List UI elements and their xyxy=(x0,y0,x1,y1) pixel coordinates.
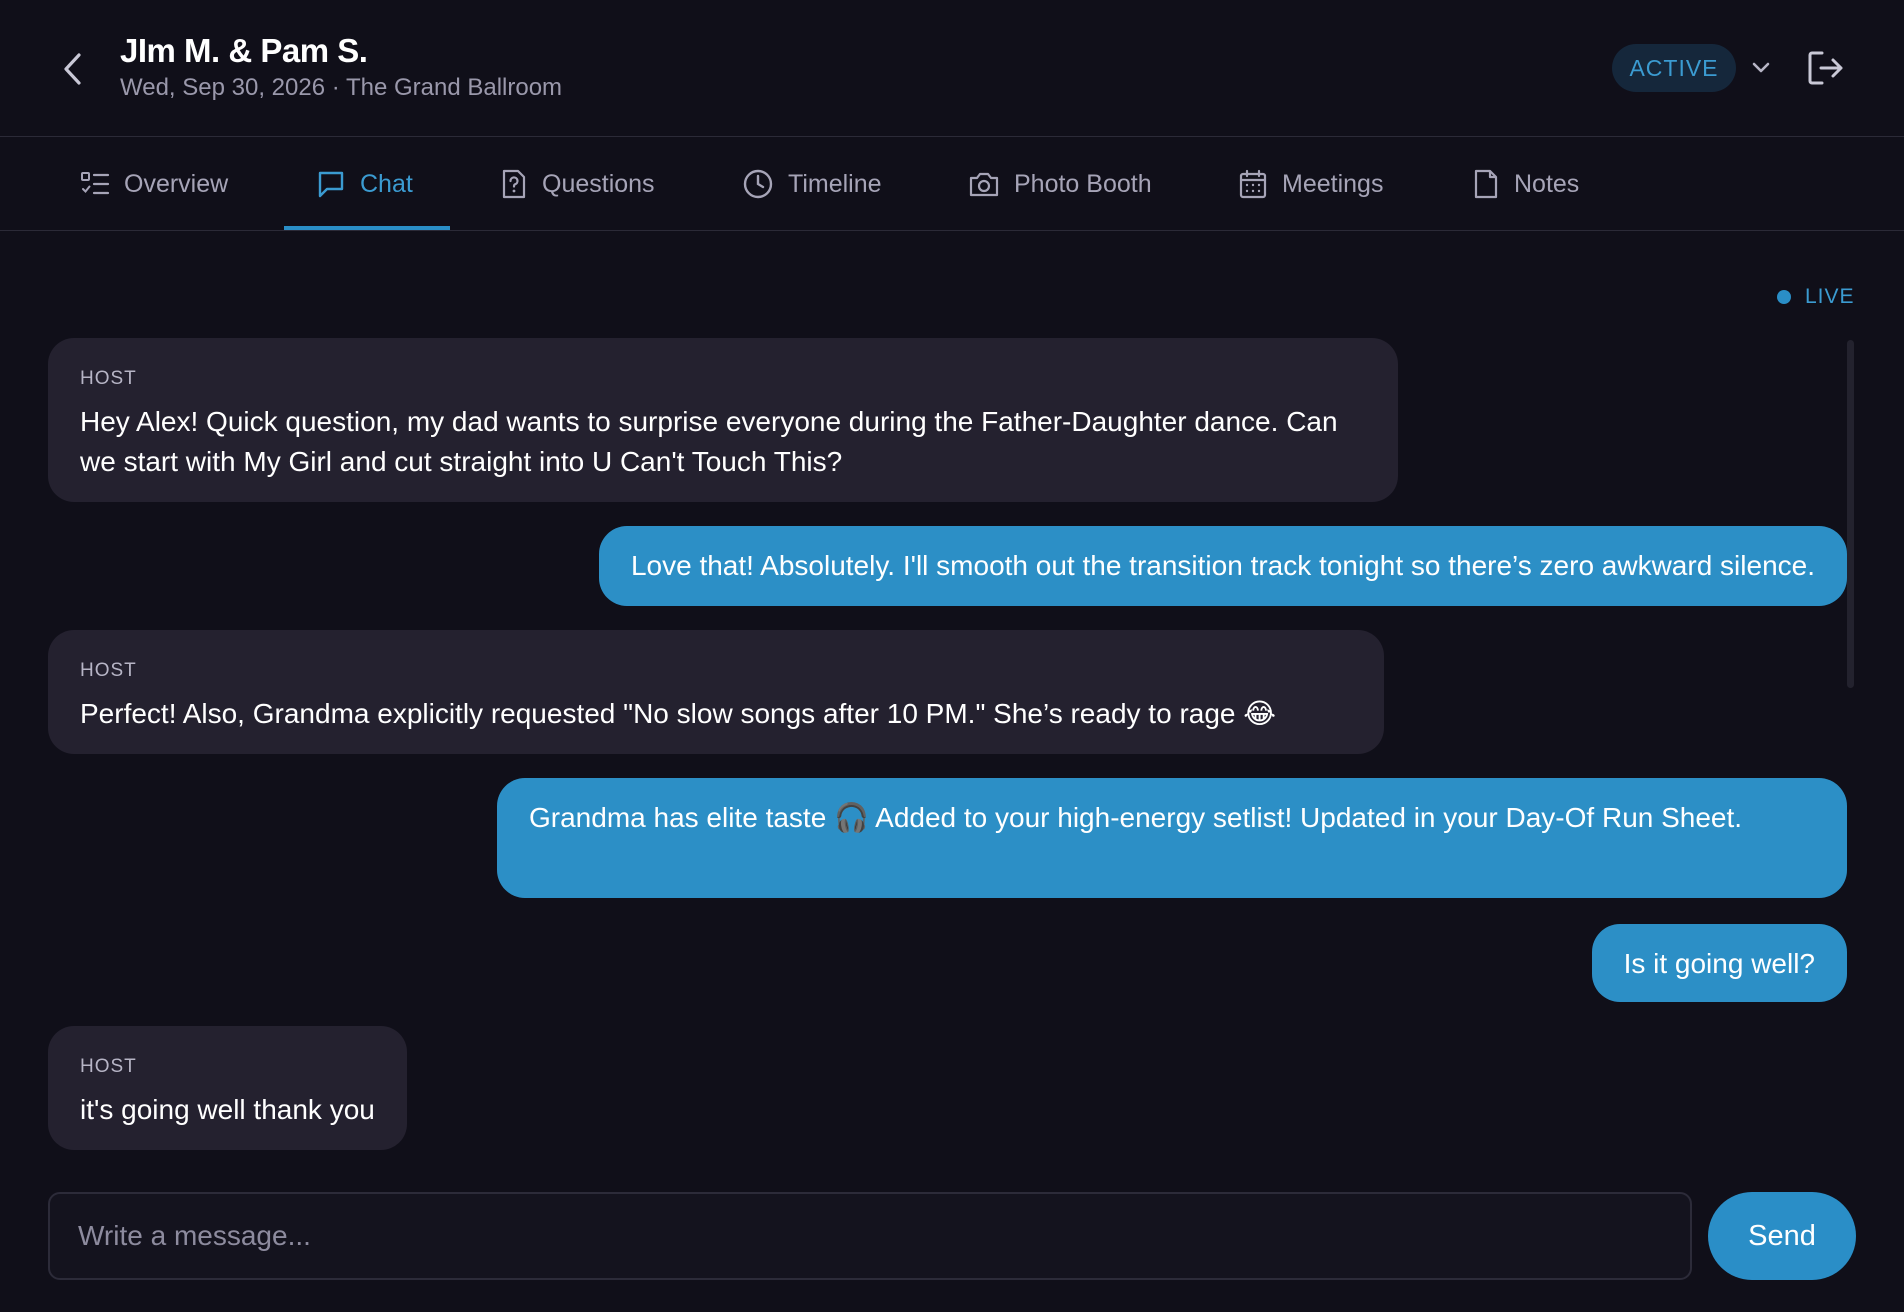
question-file-icon xyxy=(502,169,526,199)
active-tab-indicator xyxy=(284,226,450,230)
status-dropdown-button[interactable] xyxy=(1746,52,1776,84)
chevron-left-icon xyxy=(64,53,81,85)
tab-notes-label: Notes xyxy=(1514,169,1580,198)
tab-meetings-label: Meetings xyxy=(1282,169,1384,198)
status-badge[interactable]: ACTIVE xyxy=(1612,44,1736,92)
tab-questions-label: Questions xyxy=(542,169,655,198)
event-header: JIm M. & Pam S. Wed, Sep 30, 2026 · The … xyxy=(0,0,1904,137)
message-sender: HOST xyxy=(80,1056,137,1077)
list-icon xyxy=(81,172,110,195)
tab-photo-booth[interactable]: Photo Booth xyxy=(968,138,1152,230)
message-text: Is it going well? xyxy=(1623,948,1815,979)
message-me: Is it going well? xyxy=(1591,924,1847,1002)
calendar-icon xyxy=(1239,169,1267,199)
tab-bar: Overview Chat Questions Timeline Photo B… xyxy=(0,138,1904,231)
message-text: Hey Alex! Quick question, my dad wants t… xyxy=(80,406,1338,477)
back-button[interactable] xyxy=(56,46,90,92)
chat-icon xyxy=(318,171,344,198)
message-host: HOST Perfect! Also, Grandma explicitly r… xyxy=(48,630,1384,754)
camera-icon xyxy=(969,172,999,197)
live-dot-icon xyxy=(1777,290,1791,304)
message-text: it's going well thank you xyxy=(80,1094,375,1125)
message-input[interactable] xyxy=(48,1192,1692,1280)
message-text: Love that! Absolutely. I'll smooth out t… xyxy=(630,550,1815,581)
message-host: HOST Hey Alex! Quick question, my dad wa… xyxy=(48,338,1398,502)
message-host: HOST it's going well thank you xyxy=(48,1026,407,1150)
tab-questions[interactable]: Questions xyxy=(500,138,655,230)
tab-chat[interactable]: Chat xyxy=(316,138,413,230)
tab-overview[interactable]: Overview xyxy=(80,138,228,230)
message-sender: HOST xyxy=(80,368,137,389)
event-title: JIm M. & Pam S. xyxy=(120,32,368,69)
message-sender: HOST xyxy=(80,660,137,681)
tab-notes[interactable]: Notes xyxy=(1472,138,1579,230)
chat-scrollbar[interactable] xyxy=(1847,340,1854,688)
clock-icon xyxy=(743,169,773,199)
live-indicator: LIVE xyxy=(1777,283,1855,311)
message-text: Perfect! Also, Grandma explicitly reques… xyxy=(80,698,1276,729)
tab-overview-label: Overview xyxy=(124,169,229,198)
tab-chat-label: Chat xyxy=(360,169,413,198)
chevron-down-icon xyxy=(1752,62,1770,73)
message-me: Grandma has elite taste 🎧 Added to your … xyxy=(497,778,1847,898)
tab-meetings[interactable]: Meetings xyxy=(1238,138,1383,230)
tab-timeline[interactable]: Timeline xyxy=(742,138,882,230)
note-icon xyxy=(1474,169,1498,199)
message-text: Grandma has elite taste 🎧 Added to your … xyxy=(529,802,1743,833)
logout-icon xyxy=(1808,51,1843,85)
message-me: Love that! Absolutely. I'll smooth out t… xyxy=(598,526,1847,606)
logout-button[interactable] xyxy=(1804,46,1848,90)
tab-photo-booth-label: Photo Booth xyxy=(1014,169,1152,198)
live-label: LIVE xyxy=(1805,285,1855,308)
tab-timeline-label: Timeline xyxy=(788,169,882,198)
send-button[interactable]: Send xyxy=(1708,1192,1856,1280)
event-subtitle: Wed, Sep 30, 2026 · The Grand Ballroom xyxy=(120,74,563,101)
